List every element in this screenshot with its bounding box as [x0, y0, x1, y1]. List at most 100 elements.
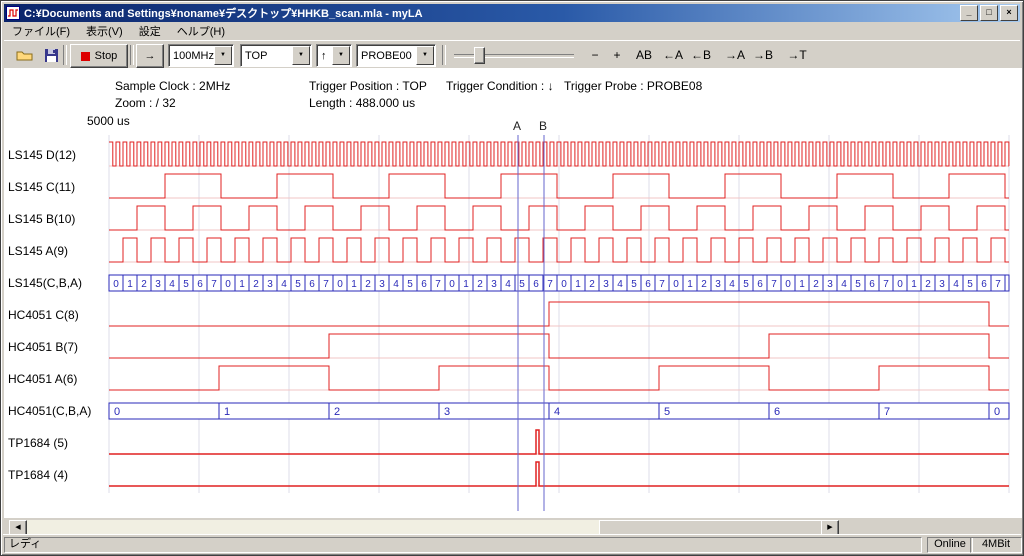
statusbar: レディ Online 4MBit [3, 534, 1021, 553]
trigger-position-info: Trigger Position : TOP [309, 79, 427, 93]
bus-value: 0 [561, 279, 567, 290]
slider-thumb[interactable] [474, 47, 485, 64]
bus-value: 6 [757, 279, 763, 290]
slider-groove [454, 54, 574, 58]
close-button[interactable]: × [1000, 5, 1018, 21]
bus-value: 6 [981, 279, 987, 290]
app-icon [6, 6, 20, 20]
bus-value: 1 [224, 406, 230, 418]
bus-value: 4 [953, 279, 959, 290]
bus-value: 6 [309, 279, 315, 290]
length-info: Length : 488.000 us [309, 96, 415, 110]
bus-value: 2 [141, 279, 147, 290]
run-button[interactable]: → [136, 44, 164, 68]
bus-value: 3 [827, 279, 833, 290]
bus-value: 6 [421, 279, 427, 290]
zoom-in-button[interactable]: + [604, 44, 630, 66]
bus-value: 2 [253, 279, 259, 290]
bus-value: 6 [645, 279, 651, 290]
bus-value: 5 [664, 406, 670, 418]
bus-value: 4 [729, 279, 735, 290]
trigger-position-combobox[interactable]: TOP ▼ [240, 44, 312, 67]
move-b-right-button[interactable]: →B [746, 44, 780, 66]
bus-value: 3 [603, 279, 609, 290]
bus-value: 7 [211, 279, 217, 290]
trigger-position-value: TOP [241, 50, 292, 62]
menu-view[interactable]: 表示(V) [78, 21, 131, 41]
trigger-edge-combobox[interactable]: ↑ ▼ [316, 44, 352, 67]
toolbar-separator [442, 45, 446, 65]
waveform-plot: 0123456701234567012345670123456701234567… [1, 131, 1024, 515]
bus-value: 7 [547, 279, 553, 290]
bus-value: 1 [351, 279, 357, 290]
bus-value: 3 [444, 406, 450, 418]
chevron-down-icon[interactable]: ▼ [416, 46, 434, 65]
bus-value: 4 [841, 279, 847, 290]
bus-value: 4 [169, 279, 175, 290]
bus-value: 1 [463, 279, 469, 290]
bus-value: 3 [715, 279, 721, 290]
bus-value: 3 [491, 279, 497, 290]
goto-trigger-button[interactable]: →T [780, 44, 814, 66]
bus-value: 0 [337, 279, 343, 290]
bus-value: 5 [855, 279, 861, 290]
menu-help[interactable]: ヘルプ(H) [169, 21, 233, 41]
time-origin-label: 5000 us [87, 114, 130, 128]
menu-settings[interactable]: 設定 [131, 21, 169, 41]
toolbar-separator [63, 45, 67, 65]
chevron-down-icon[interactable]: ▼ [292, 46, 310, 65]
bus-value: 2 [477, 279, 483, 290]
bus-value: 2 [813, 279, 819, 290]
bus-value: 2 [701, 279, 707, 290]
bus-value: 3 [379, 279, 385, 290]
chevron-down-icon[interactable]: ▼ [332, 46, 350, 65]
window-title: C:¥Documents and Settings¥noname¥デスクトップ¥… [24, 5, 958, 21]
sample-clock-combobox[interactable]: 100MHz ▼ [168, 44, 234, 67]
bus-value: 1 [799, 279, 805, 290]
bus-value: 4 [554, 406, 560, 418]
maximize-button[interactable]: □ [980, 5, 998, 21]
bus-value: 5 [407, 279, 413, 290]
bus-value: 7 [883, 279, 889, 290]
open-folder-icon [16, 48, 34, 63]
bus-value: 3 [939, 279, 945, 290]
bus-value: 0 [225, 279, 231, 290]
app-window: C:¥Documents and Settings¥noname¥デスクトップ¥… [0, 0, 1024, 556]
stop-button[interactable]: Stop [70, 44, 128, 68]
menu-file[interactable]: ファイル(F) [4, 21, 78, 41]
bus-value: 1 [687, 279, 693, 290]
bus-value: 7 [323, 279, 329, 290]
status-memory-badge: 4MBit [970, 537, 1022, 553]
minimize-button[interactable]: _ [960, 5, 978, 21]
trigger-condition-info: Trigger Condition : ↓ [446, 79, 554, 93]
chevron-down-icon[interactable]: ▼ [214, 46, 232, 65]
bus-value: 1 [127, 279, 133, 290]
toolbar-separator [130, 45, 134, 65]
bus-value: 2 [589, 279, 595, 290]
bus-value: 3 [155, 279, 161, 290]
floppy-disk-icon [44, 48, 59, 63]
bus-value: 0 [897, 279, 903, 290]
bus-value: 5 [295, 279, 301, 290]
stop-button-label: Stop [95, 50, 118, 62]
zoom-slider[interactable] [454, 46, 574, 64]
bus-value: 6 [197, 279, 203, 290]
trigger-probe-combobox[interactable]: PROBE00 ▼ [356, 44, 436, 67]
bus-value: 4 [393, 279, 399, 290]
bus-value: 4 [617, 279, 623, 290]
move-b-left-button[interactable]: ←B [684, 44, 718, 66]
bus-value: 6 [533, 279, 539, 290]
bus-value: 0 [994, 406, 1000, 418]
bus-value: 0 [114, 406, 120, 418]
bus-value: 0 [449, 279, 455, 290]
status-online-badge: Online [927, 537, 973, 553]
bus-value: 1 [911, 279, 917, 290]
bus-value: 0 [113, 279, 119, 290]
zoom-info: Zoom : / 32 [115, 96, 176, 110]
trigger-edge-value: ↑ [317, 50, 332, 62]
bus-value: 1 [575, 279, 581, 290]
bus-value: 2 [365, 279, 371, 290]
bus-value: 7 [884, 406, 890, 418]
bus-value: 1 [239, 279, 245, 290]
bus-value: 7 [771, 279, 777, 290]
